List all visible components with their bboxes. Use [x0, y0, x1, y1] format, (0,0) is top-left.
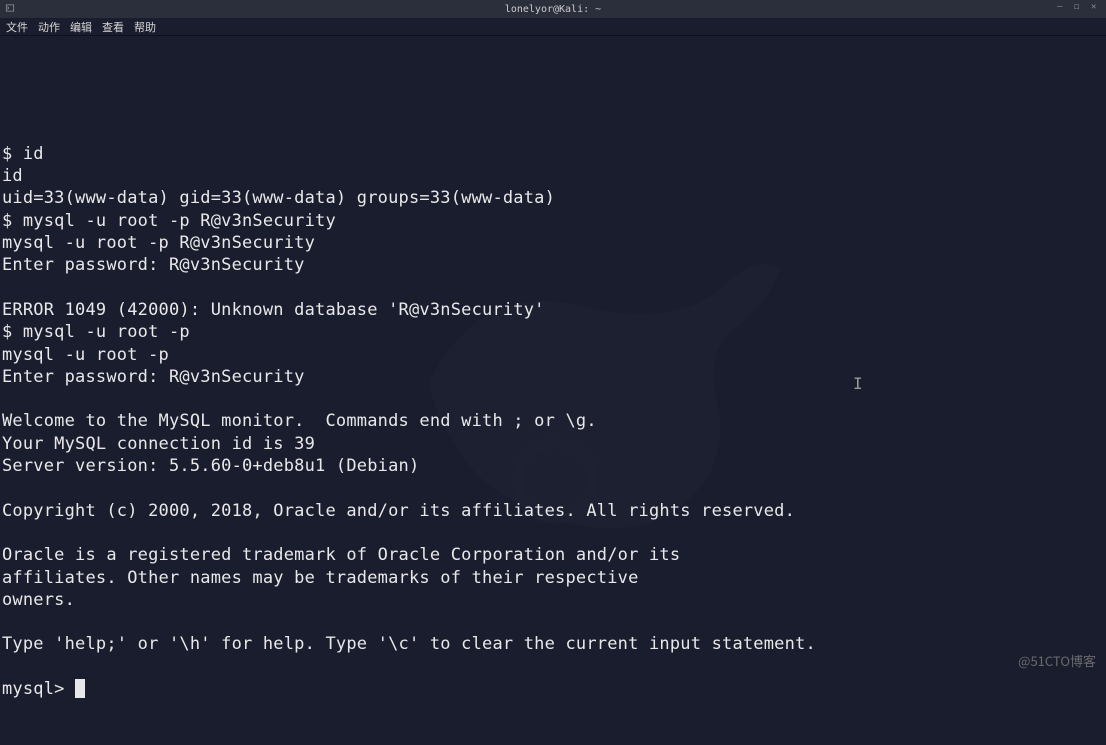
menu-edit[interactable]: 编辑 [70, 19, 92, 35]
terminal-line: ERROR 1049 (42000): Unknown database 'R@… [2, 300, 545, 320]
maximize-button[interactable]: ◻ [1074, 3, 1083, 12]
terminal-line: Enter password: R@v3nSecurity [2, 255, 305, 275]
menu-view[interactable]: 查看 [102, 19, 124, 35]
app-icon [4, 2, 16, 14]
terminal-line: affiliates. Other names may be trademark… [2, 568, 639, 588]
terminal-area[interactable]: $ id id uid=33(www-data) gid=33(www-data… [0, 36, 1106, 676]
cursor-block [75, 679, 85, 698]
terminal-line: Welcome to the MySQL monitor. Commands e… [2, 411, 597, 431]
window-titlebar: lonelyor@Kali: ~ – ◻ ✕ [0, 0, 1106, 18]
terminal-line: mysql -u root -p [2, 345, 169, 365]
terminal-line: uid=33(www-data) gid=33(www-data) groups… [2, 188, 555, 208]
terminal-line: Server version: 5.5.60-0+deb8u1 (Debian) [2, 456, 419, 476]
menu-help[interactable]: 帮助 [134, 19, 156, 35]
close-button[interactable]: ✕ [1091, 3, 1100, 12]
menu-file[interactable]: 文件 [6, 19, 28, 35]
terminal-output: $ id id uid=33(www-data) gid=33(www-data… [0, 103, 1106, 700]
terminal-line: Your MySQL connection id is 39 [2, 434, 315, 454]
minimize-button[interactable]: – [1057, 3, 1066, 12]
menu-bar: 文件 动作 编辑 查看 帮助 [0, 18, 1106, 36]
menu-actions[interactable]: 动作 [38, 19, 60, 35]
terminal-line: mysql -u root -p R@v3nSecurity [2, 233, 315, 253]
window-controls: – ◻ ✕ [1057, 3, 1100, 12]
terminal-line: owners. [2, 590, 75, 610]
terminal-line: $ id [2, 144, 44, 164]
terminal-line: Enter password: R@v3nSecurity [2, 367, 305, 387]
window-title: lonelyor@Kali: ~ [505, 4, 601, 15]
mysql-prompt: mysql> [2, 679, 75, 699]
terminal-line: Type 'help;' or '\h' for help. Type '\c'… [2, 634, 816, 654]
terminal-line: Copyright (c) 2000, 2018, Oracle and/or … [2, 501, 795, 521]
terminal-line: id [2, 166, 23, 186]
terminal-line: $ mysql -u root -p [2, 322, 190, 342]
terminal-line: Oracle is a registered trademark of Orac… [2, 545, 680, 565]
terminal-line: $ mysql -u root -p R@v3nSecurity [2, 211, 336, 231]
